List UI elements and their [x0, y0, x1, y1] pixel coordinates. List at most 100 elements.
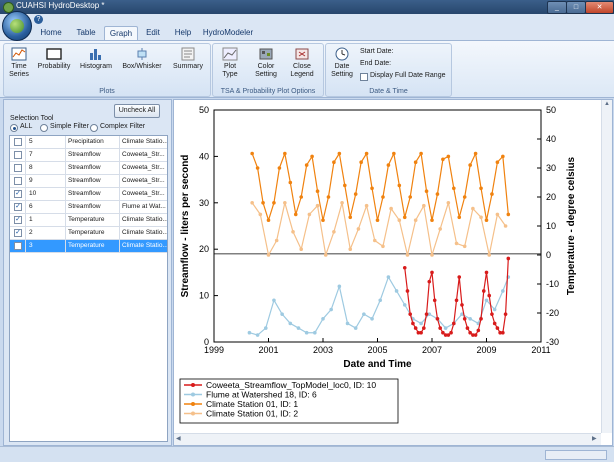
data-point: [419, 321, 423, 326]
series-site: Climate Statio...: [122, 138, 167, 145]
row-checkbox[interactable]: [14, 242, 22, 250]
filter-complex-radio[interactable]: [90, 124, 98, 132]
data-point: [348, 247, 353, 251]
data-point: [479, 317, 483, 321]
date-setting-button[interactable]: Date Setting: [329, 47, 355, 79]
help-icon[interactable]: ?: [34, 15, 43, 24]
maximize-button[interactable]: □: [566, 1, 586, 14]
row-checkbox[interactable]: [14, 164, 22, 172]
data-point: [446, 201, 451, 205]
data-point: [457, 275, 462, 279]
filter-simple-radio[interactable]: [40, 124, 48, 132]
data-point: [468, 317, 472, 321]
close-button[interactable]: ✕: [585, 1, 614, 14]
data-point: [481, 289, 486, 293]
probability-button[interactable]: Probability: [36, 47, 72, 71]
summary-button[interactable]: Summary: [170, 47, 206, 71]
horizontal-scrollbar[interactable]: ◀ ▶: [174, 433, 601, 445]
data-point: [329, 307, 333, 312]
tab-graph[interactable]: Graph: [104, 26, 138, 41]
tab-help[interactable]: Help: [170, 26, 196, 40]
data-point: [389, 206, 393, 211]
data-point: [247, 330, 252, 335]
y2-tick-label: 20: [546, 192, 556, 202]
data-point: [490, 192, 494, 196]
data-point: [364, 151, 369, 156]
data-point: [487, 293, 492, 298]
row-checkbox[interactable]: [14, 177, 22, 185]
row-checkbox[interactable]: ✓: [14, 203, 22, 211]
display-full-range-label: Display Full Date Range: [370, 72, 446, 79]
data-point: [323, 253, 328, 257]
minimize-button[interactable]: _: [547, 1, 567, 14]
row-checkbox[interactable]: ✓: [14, 216, 22, 224]
data-point: [490, 312, 494, 316]
series-variable: Streamflow: [65, 162, 120, 174]
legend-swatch-marker: [191, 411, 195, 416]
data-point: [394, 289, 399, 293]
series-row[interactable]: 9 Streamflow Coweeta_Str...: [10, 175, 167, 188]
data-point: [381, 195, 385, 199]
y-tick-label: 10: [199, 291, 209, 301]
series-site: Climate Statio...: [122, 229, 167, 236]
data-point: [345, 321, 350, 326]
series-row[interactable]: ✓ 6 Streamflow Flume at Wat...: [10, 201, 167, 214]
y2-tick-label: 30: [546, 163, 556, 173]
data-point: [381, 244, 385, 249]
data-point: [266, 218, 271, 222]
row-checkbox-cell: [10, 149, 26, 161]
filter-all-radio[interactable]: [10, 124, 18, 132]
scroll-right-icon[interactable]: ▶: [592, 435, 597, 442]
series-id: 5: [26, 136, 66, 148]
data-point: [375, 218, 380, 222]
series-id: 8: [26, 162, 66, 174]
series-row[interactable]: 7 Streamflow Coweeta_Str...: [10, 149, 167, 162]
data-point: [293, 212, 298, 217]
data-point: [353, 326, 358, 330]
end-date-label: End Date:: [360, 60, 392, 67]
tab-hydromodeler[interactable]: HydroModeler: [200, 26, 256, 40]
data-point: [441, 157, 445, 162]
box-whisker-button[interactable]: Box/Whisker: [120, 47, 164, 71]
series-site: Flume at Wat...: [122, 203, 166, 210]
series-row[interactable]: 3 Temperature Climate Statio...: [10, 240, 167, 253]
row-checkbox-cell: [10, 240, 26, 252]
plot-type-button[interactable]: Plot Type: [217, 47, 243, 79]
data-point: [370, 317, 374, 321]
tab-table[interactable]: Table: [70, 26, 102, 40]
histogram-button[interactable]: Histogram: [78, 47, 114, 71]
selection-tool-label: Selection Tool: [10, 115, 54, 122]
ribbon: Time Series Probability Histogram Box/Wh…: [0, 40, 614, 98]
series-id: 1: [26, 214, 66, 226]
scroll-left-icon[interactable]: ◀: [176, 435, 181, 442]
display-full-range-checkbox[interactable]: [360, 73, 368, 81]
row-checkbox[interactable]: [14, 138, 22, 146]
series-id: 6: [26, 201, 66, 213]
row-checkbox[interactable]: [14, 151, 22, 159]
series-row[interactable]: 8 Streamflow Coweeta_Str...: [10, 162, 167, 175]
close-legend-button[interactable]: Close Legend: [287, 47, 317, 79]
y2-tick-label: 10: [546, 221, 556, 231]
series-row[interactable]: 5 Precipitation Climate Statio...: [10, 136, 167, 149]
data-point: [411, 321, 415, 326]
row-checkbox[interactable]: ✓: [14, 190, 22, 198]
data-point: [484, 270, 489, 275]
uncheck-all-button[interactable]: Uncheck All: [114, 104, 160, 118]
y2-tick-label: 40: [546, 134, 556, 144]
color-setting-button[interactable]: Color Setting: [251, 47, 281, 79]
tab-home[interactable]: Home: [36, 26, 66, 40]
row-checkbox[interactable]: ✓: [14, 229, 22, 237]
data-point: [427, 279, 432, 284]
application-menu-button[interactable]: [2, 11, 32, 41]
data-point: [441, 330, 445, 335]
scroll-up-icon[interactable]: ▲: [604, 101, 610, 107]
time-series-chart[interactable]: 1999 2001 2003 2005 2007 2009 201101020304050-…: [174, 100, 601, 433]
tab-edit[interactable]: Edit: [140, 26, 166, 40]
series-row[interactable]: ✓ 2 Temperature Climate Statio...: [10, 227, 167, 240]
data-point: [362, 312, 366, 316]
series-id: 7: [26, 149, 66, 161]
vertical-scrollbar[interactable]: ▲: [601, 100, 612, 433]
series-row[interactable]: ✓ 1 Temperature Climate Statio...: [10, 214, 167, 227]
time-series-button[interactable]: Time Series: [6, 47, 32, 79]
series-row[interactable]: ✓ 10 Streamflow Coweeta_Str...: [10, 188, 167, 201]
